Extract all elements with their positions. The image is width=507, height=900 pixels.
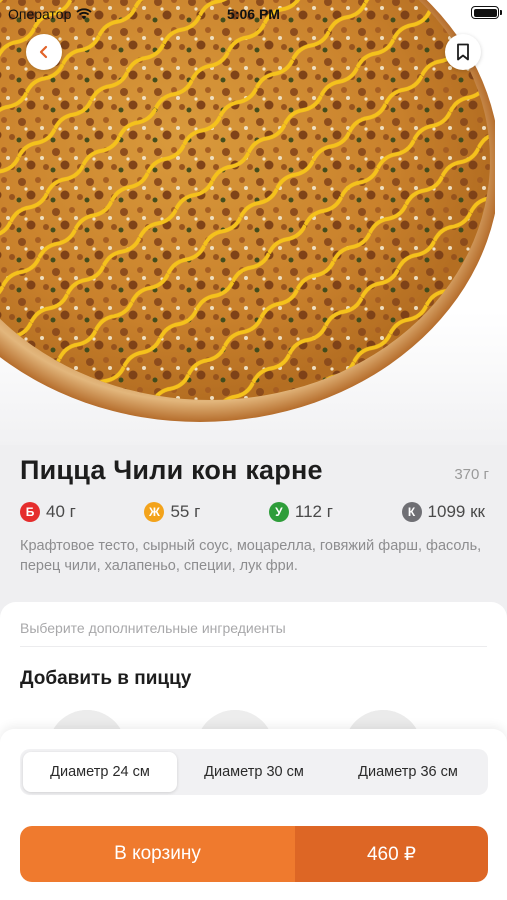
add-to-cart-label: В корзину — [20, 826, 295, 882]
divider — [20, 646, 487, 647]
nutrition-protein: Б 40 г — [20, 502, 76, 522]
nutrition-calories: К 1099 кк — [401, 502, 485, 522]
fat-badge: Ж — [144, 502, 165, 522]
chevron-left-icon — [39, 45, 48, 59]
carbs-value: 112 г — [294, 502, 333, 521]
order-panel: Диаметр 24 см Диаметр 30 см Диаметр 36 с… — [0, 729, 507, 900]
product-title: Пицца Чили кон карне — [20, 455, 323, 485]
nutrition-carbs: У 112 г — [268, 502, 333, 522]
extras-hint: Выберите дополнительные ингредиенты — [20, 620, 286, 636]
calories-value: 1099 кк — [427, 502, 485, 521]
fat-value: 55 г — [170, 502, 201, 521]
size-option-36[interactable]: Диаметр 36 см — [331, 752, 485, 792]
product-weight: 370 г — [454, 466, 489, 483]
size-selector: Диаметр 24 см Диаметр 30 см Диаметр 36 с… — [20, 749, 488, 795]
protein-value: 40 г — [46, 502, 76, 521]
nutrition-facts: Б 40 г Ж 55 г У 112 г К 1099 кк — [20, 502, 489, 522]
status-bar: Оператор 5:06 PM — [0, 0, 507, 28]
battery-icon — [471, 6, 502, 19]
bookmark-button[interactable] — [445, 34, 481, 70]
carbs-badge: У — [268, 502, 289, 522]
product-info: Пицца Чили кон карне 370 г Б 40 г Ж 55 г… — [20, 455, 489, 576]
bookmark-icon — [457, 43, 469, 61]
protein-badge: Б — [20, 502, 40, 522]
calories-badge: К — [401, 502, 422, 522]
status-time: 5:06 PM — [227, 6, 280, 22]
extras-title: Добавить в пиццу — [20, 668, 192, 689]
pizza-image — [0, 0, 495, 422]
back-button[interactable] — [26, 34, 62, 70]
product-description: Крафтовое тесто, сырный соус, моцарелла,… — [20, 538, 482, 574]
nutrition-fat: Ж 55 г — [144, 502, 200, 522]
size-option-24[interactable]: Диаметр 24 см — [23, 752, 177, 792]
cart-price: 460 ₽ — [295, 826, 488, 882]
product-hero: Оператор 5:06 PM — [0, 0, 507, 445]
add-to-cart-button[interactable]: В корзину 460 ₽ — [20, 826, 488, 882]
size-option-30[interactable]: Диаметр 30 см — [177, 752, 331, 792]
